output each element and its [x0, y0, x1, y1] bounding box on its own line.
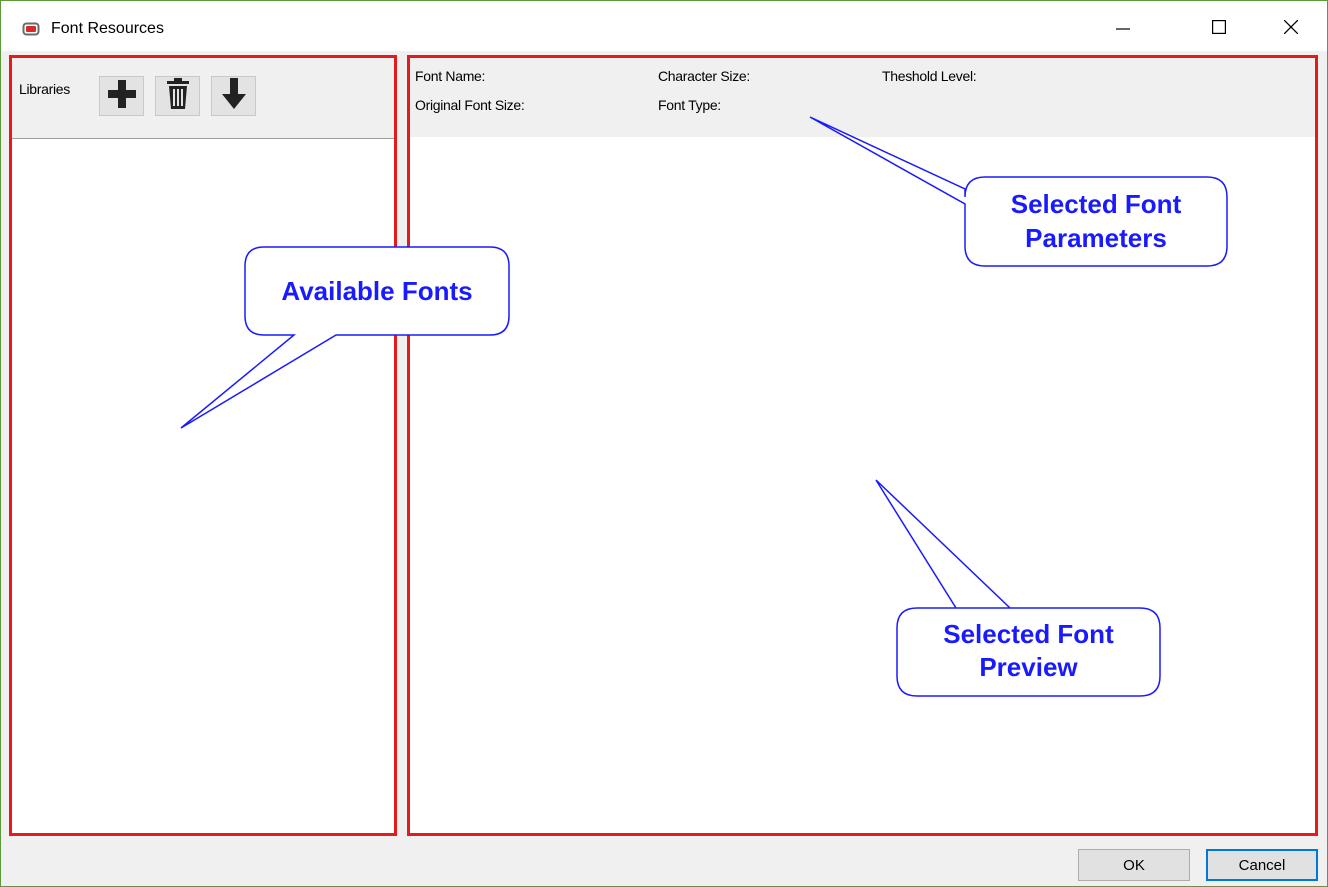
title-bar[interactable]: Font Resources [1, 1, 1327, 51]
trash-icon [165, 77, 191, 115]
font-list[interactable] [12, 139, 394, 833]
threshold-level-label: Theshold Level: [882, 68, 977, 84]
font-type-label: Font Type: [658, 97, 721, 113]
font-resources-window: Font Resources Libraries Font Name: Orig… [0, 0, 1328, 887]
add-library-button[interactable] [99, 76, 144, 116]
selected-font-parameters-annotation-line1: Selected Font [1010, 189, 1182, 219]
font-parameters-bar: Font Name: Original Font Size: Character… [410, 58, 1315, 137]
original-font-size-label: Original Font Size: [415, 97, 525, 113]
window-title: Font Resources [51, 20, 164, 37]
maximize-button[interactable] [1191, 7, 1247, 51]
arrow-down-icon [221, 77, 246, 115]
minimize-icon [1116, 20, 1130, 39]
libraries-label: Libraries [19, 81, 70, 97]
font-detail-panel: Font Name: Original Font Size: Character… [407, 55, 1318, 836]
selected-font-parameters-annotation-line2: Parameters [1025, 223, 1167, 253]
available-fonts-annotation: Available Fonts [281, 276, 473, 306]
cancel-button[interactable]: Cancel [1206, 849, 1318, 881]
character-size-label: Character Size: [658, 68, 750, 84]
library-toolbar: Libraries [12, 58, 394, 139]
font-name-label: Font Name: [415, 68, 486, 84]
minimize-button[interactable] [1095, 7, 1151, 51]
download-library-button[interactable] [211, 76, 256, 116]
close-icon [1283, 19, 1299, 39]
delete-library-button[interactable] [155, 76, 200, 116]
font-library-panel: Libraries [9, 55, 397, 836]
close-button[interactable] [1263, 7, 1319, 51]
selected-font-preview-annotation-line2: Preview [979, 652, 1078, 682]
ok-button[interactable]: OK [1078, 849, 1190, 881]
plus-icon [107, 79, 137, 114]
maximize-icon [1212, 19, 1227, 39]
app-icon [22, 22, 40, 36]
selected-font-preview-annotation-line1: Selected Font [943, 619, 1114, 649]
